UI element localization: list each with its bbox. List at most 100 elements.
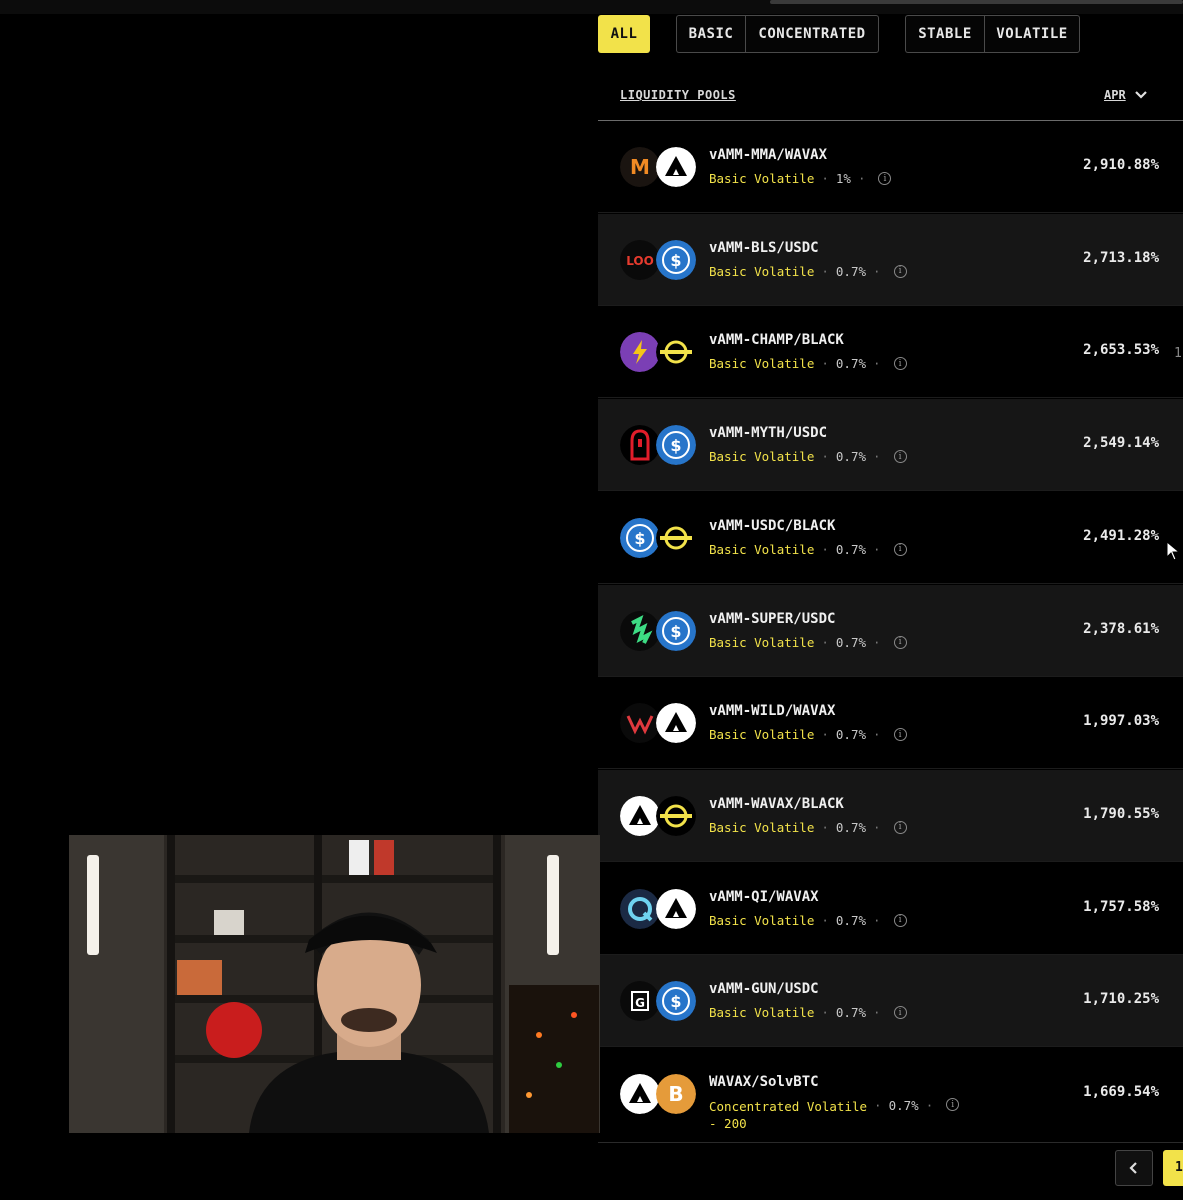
myth-token-icon bbox=[620, 425, 660, 466]
pool-fee: 0.7% bbox=[835, 449, 866, 465]
info-icon[interactable]: i bbox=[946, 1098, 960, 1111]
separator-dot: · bbox=[857, 171, 866, 186]
filter-volatile-button[interactable]: VOLATILE bbox=[984, 15, 1080, 53]
info-icon[interactable]: i bbox=[893, 728, 907, 742]
separator-dot: · bbox=[873, 819, 881, 835]
black-token-icon bbox=[656, 517, 696, 558]
separator-dot: · bbox=[821, 171, 829, 186]
svg-text:$: $ bbox=[670, 251, 681, 270]
liquidity-pools-header[interactable]: LIQUIDITY POOLS bbox=[620, 88, 736, 102]
info-icon[interactable]: i bbox=[893, 357, 907, 371]
browser-top-strip bbox=[0, 0, 1183, 14]
apr-sort-header[interactable]: APR bbox=[1104, 88, 1148, 102]
info-icon[interactable]: i bbox=[893, 820, 907, 834]
filter-stable-button[interactable]: STABLE bbox=[905, 15, 984, 53]
separator-dot: · bbox=[821, 263, 829, 279]
pool-apr: 2,653.53% bbox=[1083, 342, 1159, 359]
svg-text:$: $ bbox=[670, 436, 681, 455]
separator-dot: · bbox=[925, 1098, 934, 1113]
filter-concentrated-button[interactable]: CONCENTRATED bbox=[745, 15, 879, 53]
pool-row[interactable]: LOO $ vAMM-BLS/USDC Basic Volatile · 0.7% · i 2,… bbox=[598, 213, 1183, 306]
pool-row[interactable]: $ vAMM-MYTH/USDC Basic Volatile · 0.7% · i 2,54… bbox=[598, 399, 1183, 492]
svg-text:G: G bbox=[635, 996, 645, 1010]
pool-row[interactable]: MvAMM-MMA/WAVAX Basic Volatile · 1% · i 2,910.… bbox=[598, 121, 1183, 213]
info-icon[interactable]: i bbox=[893, 635, 907, 649]
info-icon[interactable]: i bbox=[893, 450, 907, 464]
usdc-token-icon: $ bbox=[656, 610, 696, 651]
pool-fee: 0.7% bbox=[835, 634, 866, 650]
pool-pair-name: WAVAX/SolvBTC bbox=[709, 1074, 819, 1090]
qi-token-icon bbox=[620, 888, 660, 929]
black-token-icon bbox=[656, 332, 696, 373]
info-icon[interactable]: i bbox=[893, 542, 907, 556]
separator-dot: · bbox=[874, 1098, 882, 1113]
separator-dot: · bbox=[821, 727, 829, 743]
pool-type: Basic Volatile bbox=[709, 727, 815, 743]
separator-dot: · bbox=[821, 912, 829, 928]
horizontal-scrollbar[interactable] bbox=[770, 0, 1183, 4]
webcam-video-overlay bbox=[69, 835, 600, 1133]
info-icon[interactable]: i bbox=[893, 264, 907, 278]
super-token-icon bbox=[620, 610, 660, 651]
pool-fee: 0.7% bbox=[835, 541, 866, 557]
page-1-button[interactable]: 1 bbox=[1163, 1150, 1183, 1186]
pool-pair-name: vAMM-GUN/USDC bbox=[709, 981, 819, 998]
pool-fee: 0.7% bbox=[835, 727, 866, 743]
pool-fee: 0.7% bbox=[835, 263, 866, 279]
filter-all-button[interactable]: ALL bbox=[598, 15, 650, 53]
info-icon[interactable]: i bbox=[878, 172, 892, 185]
pool-row[interactable]: $ vAMM-SUPER/USDC Basic Volatile · 0.7% · i 2,3… bbox=[598, 584, 1183, 677]
pool-row[interactable]: G $ vAMM-GUN/USDC Basic Volatile · 0.7% · i 1,71… bbox=[598, 955, 1183, 1048]
separator-dot: · bbox=[873, 1005, 881, 1021]
pool-row[interactable]: vAMM-WILD/WAVAX Basic Volatile · 0.7% · i 1,99… bbox=[598, 677, 1183, 770]
pool-row[interactable]: $ vAMM-USDC/BLACK Basic Volatile · 0.7% · i 2,4… bbox=[598, 492, 1183, 584]
separator-dot: · bbox=[873, 356, 881, 372]
pool-type: Basic Volatile bbox=[709, 819, 815, 835]
avax-token-icon bbox=[620, 795, 660, 836]
pool-type: Basic Volatile bbox=[709, 263, 815, 279]
pool-pair-name: vAMM-MMA/WAVAX bbox=[709, 147, 828, 163]
pool-meta: Concentrated Volatile - 200 · 0.7% · i bbox=[709, 1098, 960, 1132]
pool-meta: Basic Volatile · 0.7% · i bbox=[709, 356, 907, 371]
pool-pair-name: vAMM-WILD/WAVAX bbox=[709, 703, 836, 720]
pool-meta: Basic Volatile · 0.7% · i bbox=[709, 913, 907, 928]
pool-apr: 2,378.61% bbox=[1083, 620, 1159, 637]
black-token-icon bbox=[656, 795, 696, 836]
pool-type-line2: - 200 bbox=[709, 1116, 747, 1131]
previous-page-button[interactable] bbox=[1115, 1150, 1153, 1186]
pool-apr: 2,491.28% bbox=[1083, 527, 1159, 544]
svg-text:B: B bbox=[668, 1082, 683, 1106]
chevron-down-icon bbox=[1134, 91, 1147, 99]
mouse-cursor-icon bbox=[1166, 541, 1180, 561]
pool-row[interactable]: vAMM-QI/WAVAX Basic Volatile · 0.7% · i 1,757.… bbox=[598, 863, 1183, 955]
avax-token-icon bbox=[656, 703, 696, 744]
separator-dot: · bbox=[821, 356, 829, 372]
pool-pair-name: vAMM-QI/WAVAX bbox=[709, 888, 819, 905]
usdc-token-icon: $ bbox=[656, 981, 696, 1022]
pool-type: Basic Volatile bbox=[709, 912, 815, 928]
filter-basic-button[interactable]: BASIC bbox=[676, 15, 745, 53]
separator-dot: · bbox=[821, 541, 829, 557]
pool-row[interactable]: vAMM-CHAMP/BLACK Basic Volatile · 0.7% · i 2,6… bbox=[598, 306, 1183, 399]
separator-dot: · bbox=[821, 634, 829, 650]
pool-type: Concentrated Volatile - 200 bbox=[709, 1098, 867, 1132]
pool-meta: Basic Volatile · 0.7% · i bbox=[709, 542, 907, 557]
usdc-token-icon: $ bbox=[620, 517, 660, 558]
pool-pair-name: vAMM-USDC/BLACK bbox=[709, 517, 836, 534]
wild-token-icon bbox=[620, 703, 660, 744]
pool-fee: 0.7% bbox=[888, 1098, 919, 1113]
svg-text:M: M bbox=[630, 155, 650, 179]
pool-fee: 0.7% bbox=[835, 912, 866, 928]
pool-row[interactable]: B WAVAX/SolvBTC Concentrated Volatile - … bbox=[598, 1048, 1183, 1143]
pool-meta: Basic Volatile · 0.7% · i bbox=[709, 635, 907, 650]
mma-token-icon: M bbox=[620, 147, 660, 187]
info-icon[interactable]: i bbox=[893, 913, 907, 927]
separator-dot: · bbox=[873, 263, 881, 279]
pool-apr: 2,549.14% bbox=[1083, 435, 1159, 452]
pool-pair-name: vAMM-BLS/USDC bbox=[709, 239, 819, 256]
info-icon[interactable]: i bbox=[893, 1006, 907, 1020]
pool-row[interactable]: vAMM-WAVAX/BLACK Basic Volatile · 0.7% · i 1,7… bbox=[598, 769, 1183, 862]
separator-dot: · bbox=[821, 449, 829, 465]
pool-apr: 2,713.18% bbox=[1083, 249, 1159, 266]
separator-dot: · bbox=[873, 727, 881, 743]
